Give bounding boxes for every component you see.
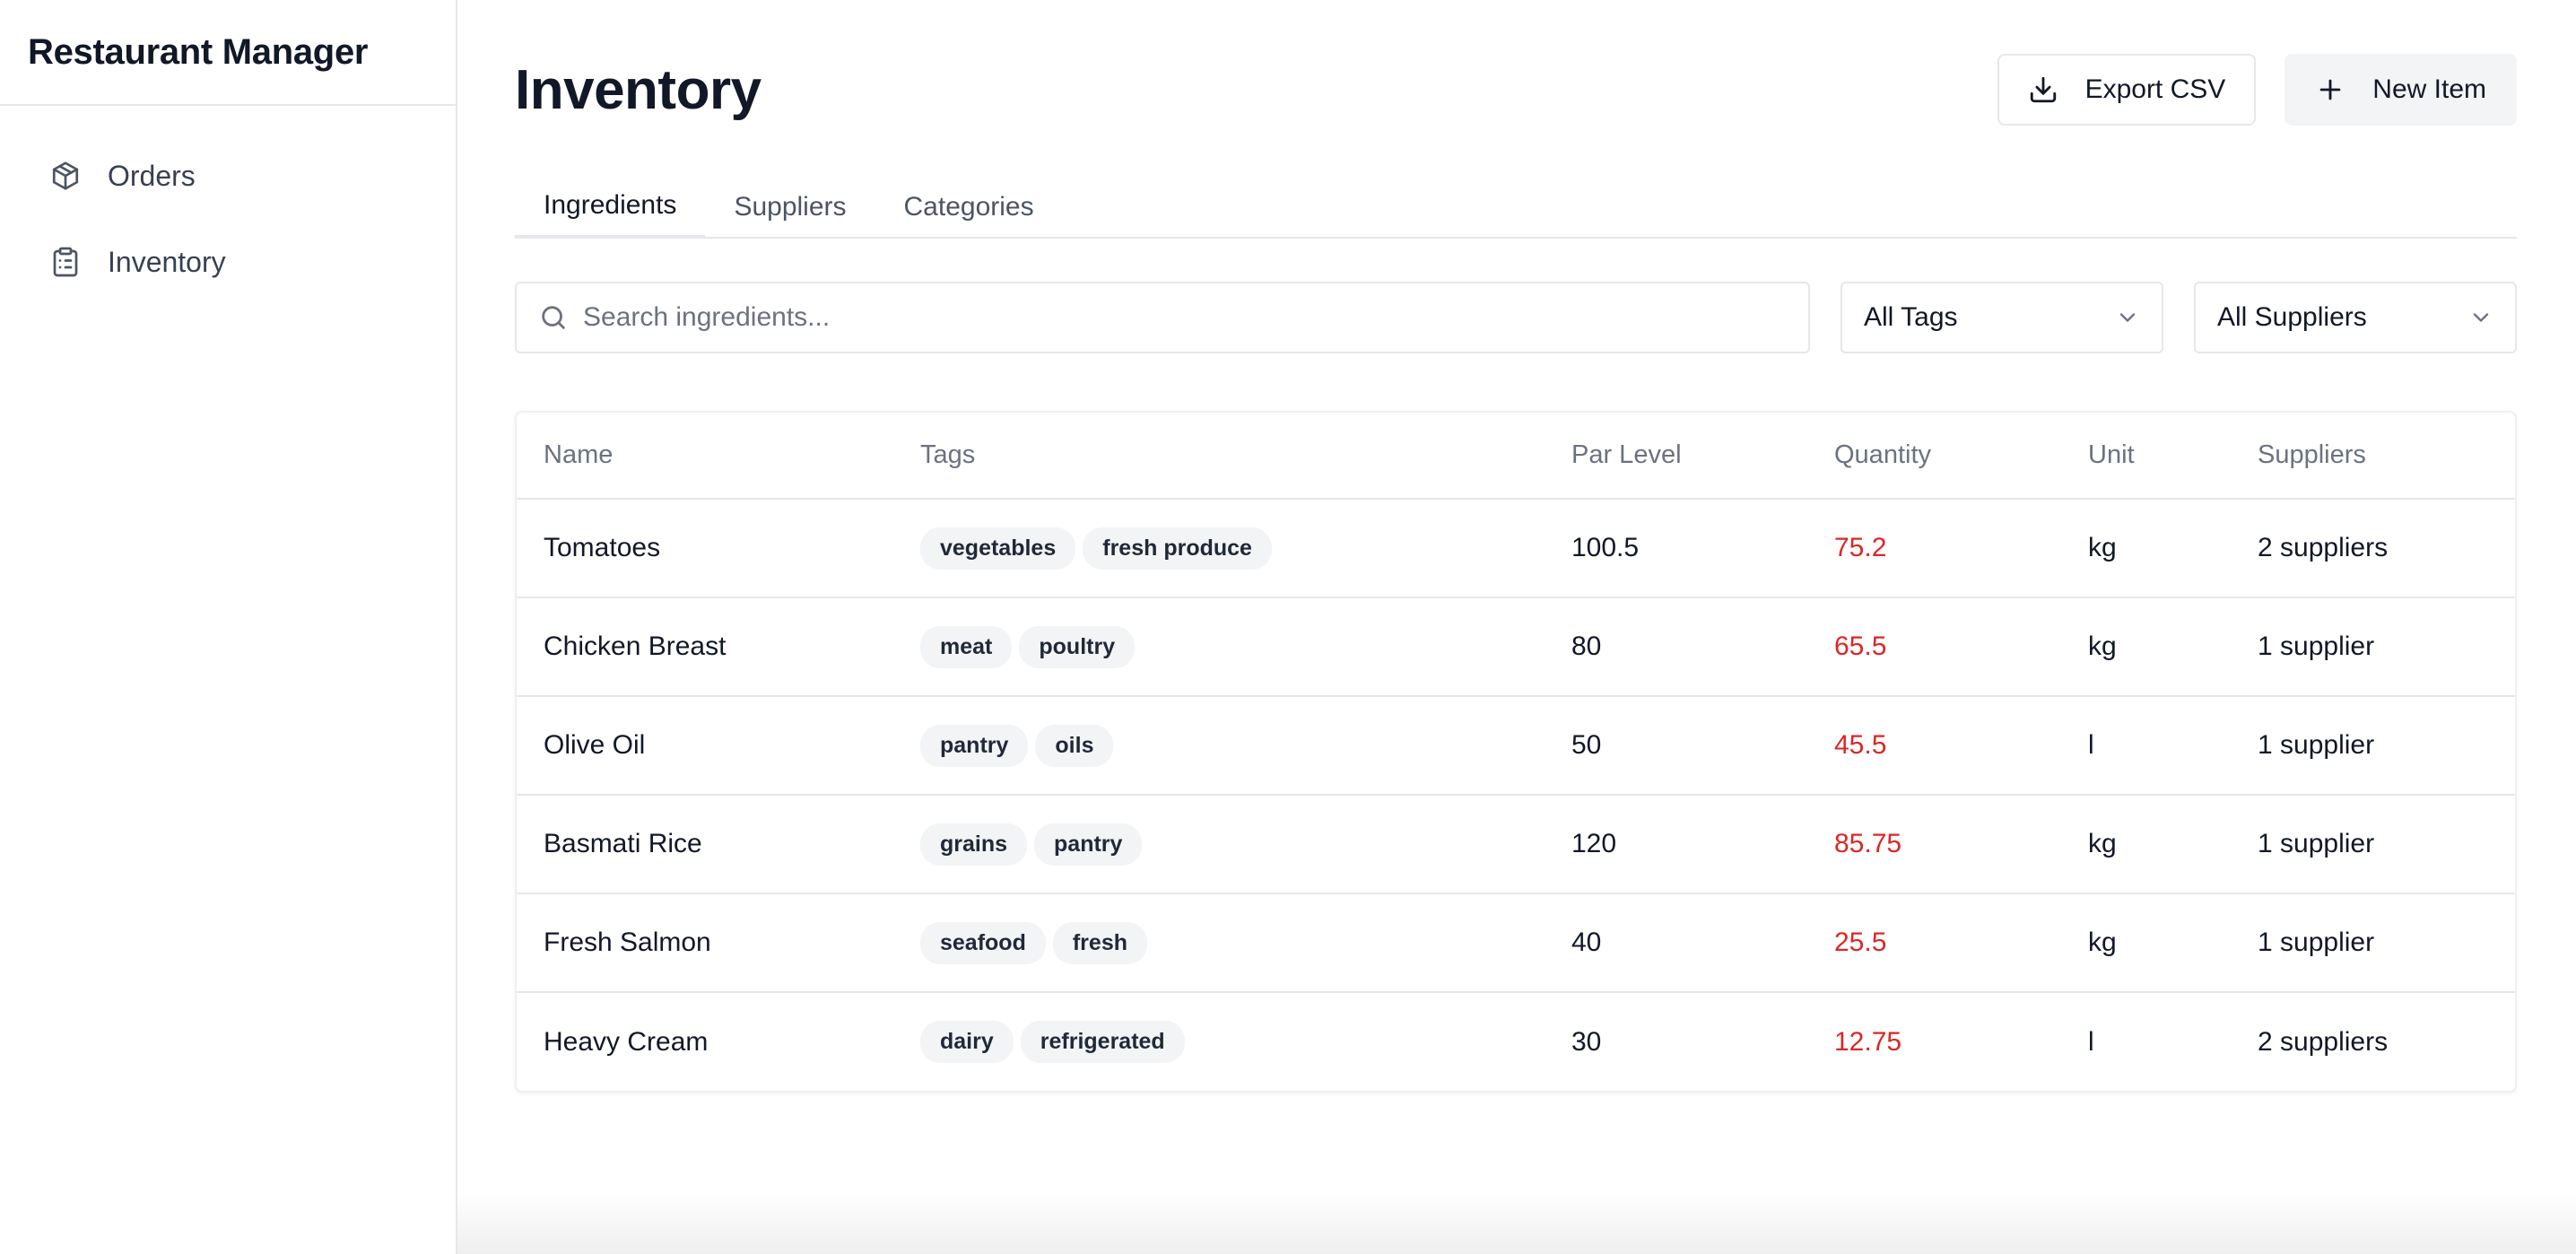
column-header-unit[interactable]: Unit — [2061, 413, 2231, 500]
cell-tags: vegetables fresh produce — [893, 499, 1545, 598]
table-row[interactable]: Basmati Rice grains pantry 120 85.75 kg 1… — [517, 795, 2515, 894]
table-row[interactable]: Olive Oil pantry oils 50 45.5 l 1 supplie… — [517, 696, 2515, 796]
cell-suppliers: 1 supplier — [2231, 696, 2515, 796]
cell-unit: kg — [2061, 597, 2231, 697]
tags-select-value: All Tags — [1864, 302, 1958, 332]
cell-name: Chicken Breast — [517, 597, 893, 697]
cell-tags: seafood fresh — [893, 893, 1545, 993]
tag-chip: vegetables — [920, 527, 1076, 570]
cell-name: Olive Oil — [517, 696, 893, 796]
search-box — [515, 282, 1810, 353]
cell-unit: l — [2088, 1026, 2094, 1057]
cell-par-level: 30 — [1571, 1026, 1602, 1057]
cell-tags: pantry oils — [893, 696, 1545, 796]
cell-quantity: 12.75 — [1834, 1026, 1902, 1057]
table-row[interactable]: Tomatoes vegetables fresh produce 100.5 7… — [517, 499, 2515, 598]
table-row[interactable]: Chicken Breast meat poultry 80 65.5 kg 1 … — [517, 597, 2515, 697]
tag-chip: poultry — [1019, 625, 1136, 668]
download-icon — [2028, 74, 2058, 105]
tag-chip: oils — [1035, 724, 1114, 767]
page-title: Inventory — [515, 58, 761, 121]
new-item-button[interactable]: New Item — [2284, 54, 2517, 126]
export-csv-button[interactable]: Export CSV — [1997, 54, 2257, 126]
table-header-row: Name Tags Par Level Quantity Unit Suppli… — [517, 413, 2515, 500]
cell-name: Fresh Salmon — [517, 893, 893, 993]
column-header-name[interactable]: Name — [517, 413, 893, 500]
app-title: Restaurant Manager — [0, 0, 456, 106]
cell-tags: meat poultry — [893, 597, 1545, 697]
tag-chip: pantry — [1034, 823, 1143, 866]
tabs: Ingredients Suppliers Categories — [515, 176, 2517, 239]
tags-select[interactable]: All Tags — [1841, 282, 2163, 353]
tag-chip: refrigerated — [1020, 1021, 1185, 1063]
chevron-down-icon — [2115, 305, 2140, 330]
search-icon — [538, 302, 569, 333]
cell-suppliers: 1 supplier — [2231, 795, 2515, 894]
column-header-quantity[interactable]: Quantity — [1807, 413, 2061, 500]
app-root: Restaurant Manager Orders Inventory Inve… — [0, 0, 2576, 1254]
cell-quantity: 75.2 — [1807, 499, 2061, 598]
bottom-shadow — [457, 1191, 2576, 1254]
cell-suppliers: 1 supplier — [2231, 597, 2515, 697]
plus-icon — [2315, 74, 2345, 105]
tag-chip: fresh — [1052, 921, 1147, 964]
sidebar-item-label: Inventory — [108, 245, 226, 278]
column-header-par-level[interactable]: Par Level — [1545, 413, 1807, 500]
table-row[interactable]: Fresh Salmon seafood fresh 40 25.5 kg 1 s… — [517, 893, 2515, 993]
cell-quantity: 85.75 — [1807, 795, 2061, 894]
cell-unit: kg — [2061, 795, 2231, 894]
suppliers-select[interactable]: All Suppliers — [2194, 282, 2517, 353]
main-content: Inventory Export CSV New Item Ingredient… — [457, 0, 2576, 1254]
package-icon — [49, 160, 82, 192]
cell-name: Basmati Rice — [517, 795, 893, 894]
tag-chip: dairy — [920, 1021, 1014, 1063]
inventory-table-card: Name Tags Par Level Quantity Unit Suppli… — [515, 411, 2517, 1093]
column-header-suppliers[interactable]: Suppliers — [2231, 413, 2515, 500]
sidebar-item-inventory[interactable]: Inventory — [0, 219, 456, 305]
cell-unit: kg — [2061, 499, 2231, 598]
new-item-label: New Item — [2372, 74, 2486, 104]
cell-quantity: 25.5 — [1807, 893, 2061, 993]
sidebar: Restaurant Manager Orders Inventory — [0, 0, 457, 1254]
cell-tags: dairy refrigerated — [893, 992, 1545, 1091]
cell-tags: grains pantry — [893, 795, 1545, 894]
tag-chip: fresh produce — [1083, 527, 1272, 570]
column-header-tags[interactable]: Tags — [893, 413, 1545, 500]
clipboard-list-icon — [49, 246, 82, 278]
table-row[interactable]: Heavy Cream dairy refrigerated 30 12.75 l… — [517, 992, 2515, 1091]
filters-bar: All Tags All Suppliers — [515, 282, 2517, 353]
tab-categories[interactable]: Categories — [875, 176, 1063, 239]
tab-ingredients[interactable]: Ingredients — [515, 176, 706, 239]
cell-par-level: 40 — [1545, 893, 1807, 993]
chevron-down-icon — [2468, 305, 2493, 330]
header-actions: Export CSV New Item — [1997, 54, 2517, 126]
cell-suppliers: 1 supplier — [2231, 893, 2515, 993]
cell-par-level: 50 — [1545, 696, 1807, 796]
sidebar-item-orders[interactable]: Orders — [0, 133, 456, 219]
cell-name: Tomatoes — [517, 499, 893, 598]
suppliers-select-value: All Suppliers — [2217, 302, 2367, 332]
inventory-table: Name Tags Par Level Quantity Unit Suppli… — [517, 413, 2515, 1091]
tag-chip: seafood — [920, 921, 1046, 964]
cell-suppliers: 2 suppliers — [2258, 1026, 2389, 1057]
cell-suppliers: 2 suppliers — [2231, 499, 2515, 598]
sidebar-nav: Orders Inventory — [0, 106, 456, 305]
tab-suppliers[interactable]: Suppliers — [705, 176, 875, 239]
cell-par-level: 100.5 — [1545, 499, 1807, 598]
tag-chip: meat — [920, 625, 1013, 668]
page-header: Inventory Export CSV New Item — [515, 0, 2517, 179]
cell-name: Heavy Cream — [544, 1026, 709, 1057]
cell-unit: l — [2061, 696, 2231, 796]
search-input[interactable] — [583, 302, 1808, 333]
cell-quantity: 65.5 — [1807, 597, 2061, 697]
tag-chip: pantry — [920, 724, 1029, 767]
cell-par-level: 120 — [1545, 795, 1807, 894]
tag-chip: grains — [920, 823, 1028, 866]
cell-par-level: 80 — [1545, 597, 1807, 697]
export-csv-label: Export CSV — [2084, 74, 2226, 104]
sidebar-item-label: Orders — [108, 159, 196, 192]
cell-quantity: 45.5 — [1807, 696, 2061, 796]
cell-unit: kg — [2061, 893, 2231, 993]
